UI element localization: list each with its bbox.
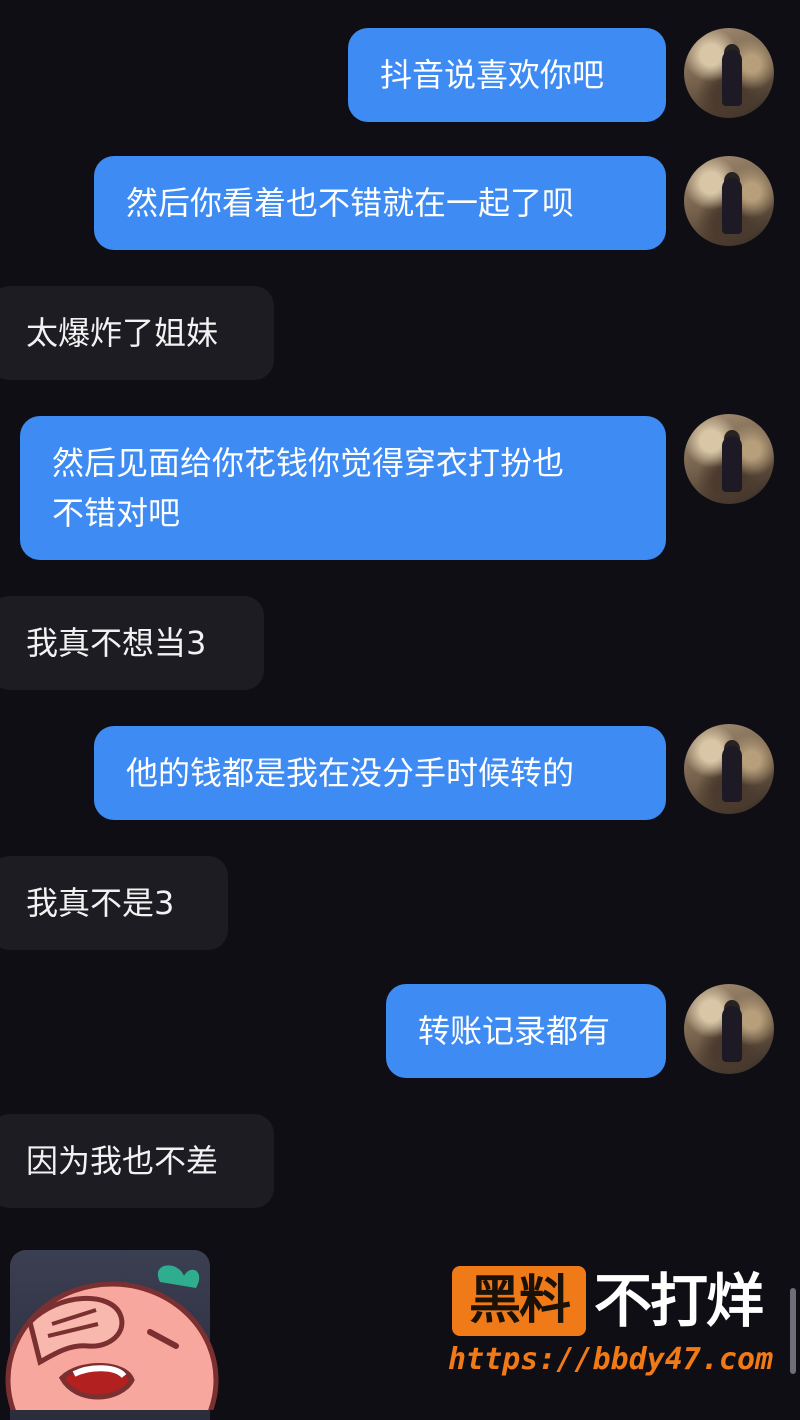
scrollbar-thumb[interactable] <box>790 1288 796 1374</box>
user-avatar[interactable] <box>684 28 774 118</box>
message-bubble-received[interactable]: 因为我也不差 <box>0 1114 274 1208</box>
avatar-figure-body <box>722 178 742 234</box>
message-bubble-received[interactable]: 我真不想当3 <box>0 596 264 690</box>
avatar-figure-body <box>722 746 742 802</box>
message-text: 抖音说喜欢你吧 <box>380 56 605 94</box>
message-bubble-sent[interactable]: 然后你看着也不错就在一起了呗 <box>94 156 666 250</box>
message-bubble-sent[interactable]: 他的钱都是我在没分手时候转的 <box>94 726 666 820</box>
avatar-figure-body <box>722 1006 742 1062</box>
message-bubble-received[interactable]: 太爆炸了姐妹 <box>0 286 274 380</box>
message-text: 太爆炸了姐妹 <box>26 314 219 352</box>
message-text: 转账记录都有 <box>418 1012 611 1050</box>
sprout-leaf-icon <box>157 1265 200 1288</box>
facepalm-crying-sticker-icon[interactable] <box>0 1262 230 1410</box>
message-bubble-sent[interactable]: 抖音说喜欢你吧 <box>348 28 666 122</box>
message-text-line: 不错对吧 <box>52 494 181 532</box>
message-text: 我真不想当3 <box>26 624 207 662</box>
message-bubble-received[interactable]: 我真不是3 <box>0 856 228 950</box>
message-text: 因为我也不差 <box>26 1142 219 1180</box>
message-text: 他的钱都是我在没分手时候转的 <box>126 754 575 792</box>
avatar-figure-body <box>722 436 742 492</box>
watermark-title: 不打烊 <box>594 1267 764 1335</box>
user-avatar[interactable] <box>684 724 774 814</box>
message-bubble-sent[interactable]: 转账记录都有 <box>386 984 666 1078</box>
user-avatar[interactable] <box>684 984 774 1074</box>
message-bubble-sent[interactable]: 然后见面给你花钱你觉得穿衣打扮也 不错对吧 <box>20 416 666 560</box>
watermark-box-text: 黑料 <box>452 1266 586 1336</box>
avatar-figure-body <box>722 50 742 106</box>
message-text-line: 然后见面给你花钱你觉得穿衣打扮也 <box>52 444 565 482</box>
message-text: 我真不是3 <box>26 884 175 922</box>
user-avatar[interactable] <box>684 156 774 246</box>
watermark-url: https://bbdy47.com <box>448 1342 774 1377</box>
user-avatar[interactable] <box>684 414 774 504</box>
message-text: 然后你看着也不错就在一起了呗 <box>126 184 575 222</box>
